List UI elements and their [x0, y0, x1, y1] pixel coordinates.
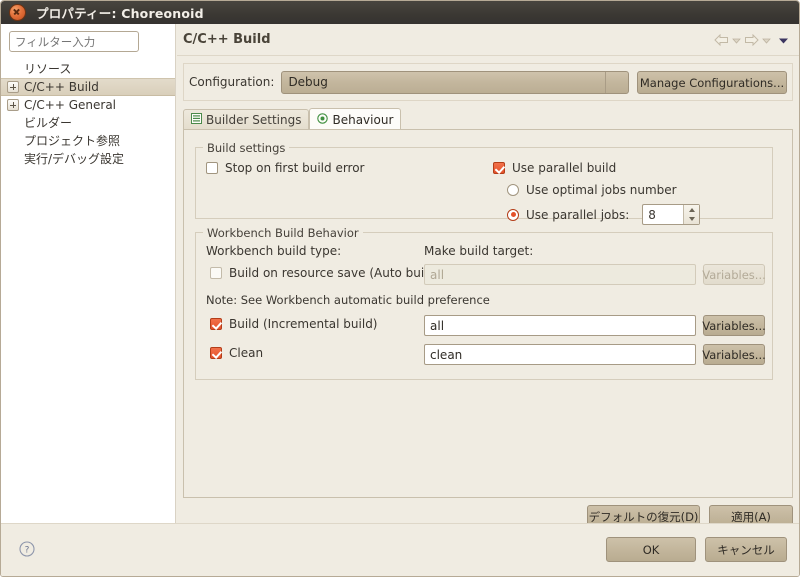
incremental-build-target-value: all: [430, 319, 444, 333]
title-bar: プロパティー: Choreonoid: [1, 1, 800, 24]
incremental-build-target-input[interactable]: all: [424, 315, 696, 336]
build-settings-title: Build settings: [203, 141, 289, 155]
configuration-select[interactable]: Debug: [281, 71, 629, 94]
chevron-down-icon[interactable]: [605, 72, 628, 93]
sidebar-item-label: C/C++ Build: [24, 81, 99, 93]
build-on-resource-save-checkbox[interactable]: [210, 267, 222, 279]
sidebar-item-project-references[interactable]: プロジェクト参照: [1, 132, 175, 150]
use-parallel-build-row[interactable]: Use parallel build: [493, 161, 616, 175]
dialog-footer: ? OK キャンセル: [1, 523, 800, 577]
settings-tree: リソース C/C++ Build C/C++ General ビルダー プロジェ: [1, 60, 175, 168]
sidebar-item-resource[interactable]: リソース: [1, 60, 175, 78]
sidebar-item-cpp-build[interactable]: C/C++ Build: [1, 78, 175, 96]
sidebar-item-label: 実行/デバッグ設定: [24, 153, 124, 165]
sidebar-item-label: リソース: [24, 63, 71, 75]
header-divider: [177, 55, 800, 56]
main-panel: C/C++ Build: [177, 24, 800, 523]
filter-container: [1, 24, 175, 52]
workbench-title: Workbench Build Behavior: [203, 226, 363, 240]
stop-on-first-build-error-label: Stop on first build error: [225, 161, 365, 175]
stop-on-first-build-error-row[interactable]: Stop on first build error: [206, 161, 365, 175]
clean-row[interactable]: Clean: [210, 346, 263, 360]
clean-checkbox[interactable]: [210, 347, 222, 359]
svg-text:?: ?: [25, 546, 30, 556]
window-title: プロパティー: Choreonoid: [36, 3, 204, 22]
cancel-button[interactable]: キャンセル: [705, 537, 787, 562]
ok-button[interactable]: OK: [606, 537, 696, 562]
use-parallel-jobs-row[interactable]: Use parallel jobs: 8: [507, 204, 700, 225]
clean-label: Clean: [229, 346, 263, 360]
clean-target-value: clean: [430, 348, 462, 362]
auto-build-target-input: all: [424, 264, 696, 285]
help-icon[interactable]: ?: [19, 541, 35, 557]
stepper-up-icon[interactable]: [689, 208, 695, 212]
chevron-down-icon[interactable]: [762, 36, 771, 45]
build-on-resource-save-label: Build on resource save (Auto build): [229, 266, 440, 280]
use-optimal-jobs-radio[interactable]: [507, 184, 519, 196]
parallel-jobs-value: 8: [648, 208, 656, 222]
tab-label: Behaviour: [332, 113, 393, 127]
manage-configurations-button[interactable]: Manage Configurations...: [637, 71, 787, 94]
use-optimal-jobs-label: Use optimal jobs number: [526, 183, 677, 197]
workbench-build-type-label: Workbench build type:: [206, 244, 341, 258]
expand-plus-icon[interactable]: [7, 81, 19, 93]
build-incremental-checkbox[interactable]: [210, 318, 222, 330]
stepper-down-icon[interactable]: [689, 217, 695, 221]
workbench-note: Note: See Workbench automatic build pref…: [206, 293, 490, 307]
list-settings-icon: [191, 113, 202, 127]
build-on-resource-save-row[interactable]: Build on resource save (Auto build): [210, 266, 440, 280]
behaviour-tab-panel: Build settings Stop on first build error…: [183, 129, 793, 498]
dialog-body: リソース C/C++ Build C/C++ General ビルダー プロジェ: [1, 24, 800, 577]
configuration-label: Configuration:: [189, 75, 274, 89]
properties-dialog: プロパティー: Choreonoid リソース C/C++ Build C/C+…: [0, 0, 800, 577]
footer-buttons: OK キャンセル: [606, 537, 787, 562]
sidebar-item-label: プロジェクト参照: [24, 135, 120, 147]
use-parallel-jobs-radio[interactable]: [507, 209, 519, 221]
sidebar-item-label: C/C++ General: [24, 99, 116, 111]
use-parallel-build-label: Use parallel build: [512, 161, 616, 175]
filter-input[interactable]: [9, 31, 139, 52]
configuration-value: Debug: [288, 75, 327, 89]
expand-plus-icon[interactable]: [7, 99, 19, 111]
navigation-icons: [714, 34, 789, 46]
sidebar-item-cpp-general[interactable]: C/C++ General: [1, 96, 175, 114]
clean-variables-button[interactable]: Variables...: [703, 344, 765, 365]
build-incremental-row[interactable]: Build (Incremental build): [210, 317, 378, 331]
make-build-target-label: Make build target:: [424, 244, 533, 258]
parallel-jobs-stepper[interactable]: 8: [642, 204, 700, 225]
close-icon[interactable]: [9, 4, 26, 21]
build-incremental-label: Build (Incremental build): [229, 317, 378, 331]
use-optimal-jobs-row[interactable]: Use optimal jobs number: [507, 183, 677, 197]
sidebar-item-run-debug-settings[interactable]: 実行/デバッグ設定: [1, 150, 175, 168]
auto-build-variables-button: Variables...: [703, 264, 765, 285]
stop-on-first-build-error-checkbox[interactable]: [206, 162, 218, 174]
workbench-build-behavior-group: Workbench Build Behavior Workbench build…: [195, 232, 773, 380]
use-parallel-jobs-label: Use parallel jobs:: [526, 208, 629, 222]
sidebar: リソース C/C++ Build C/C++ General ビルダー プロジェ: [1, 24, 176, 523]
auto-build-target-value: all: [430, 268, 444, 282]
tab-label: Builder Settings: [206, 113, 301, 127]
tab-bar: Builder Settings Behaviour: [183, 108, 793, 130]
back-arrow-icon[interactable]: [714, 34, 729, 46]
sidebar-item-label: ビルダー: [24, 117, 72, 129]
stepper-buttons[interactable]: [683, 205, 699, 224]
sidebar-item-builders[interactable]: ビルダー: [1, 114, 175, 132]
chevron-down-icon[interactable]: [732, 36, 741, 45]
tab-behaviour[interactable]: Behaviour: [309, 108, 401, 130]
clean-target-input[interactable]: clean: [424, 344, 696, 365]
build-settings-group: Build settings Stop on first build error…: [195, 147, 773, 219]
tab-builder-settings[interactable]: Builder Settings: [183, 109, 309, 130]
incremental-variables-button[interactable]: Variables...: [703, 315, 765, 336]
page-title: C/C++ Build: [183, 32, 271, 47]
radio-target-icon: [317, 113, 328, 127]
chevron-down-icon[interactable]: [778, 36, 789, 45]
use-parallel-build-checkbox[interactable]: [493, 162, 505, 174]
forward-arrow-icon[interactable]: [744, 34, 759, 46]
